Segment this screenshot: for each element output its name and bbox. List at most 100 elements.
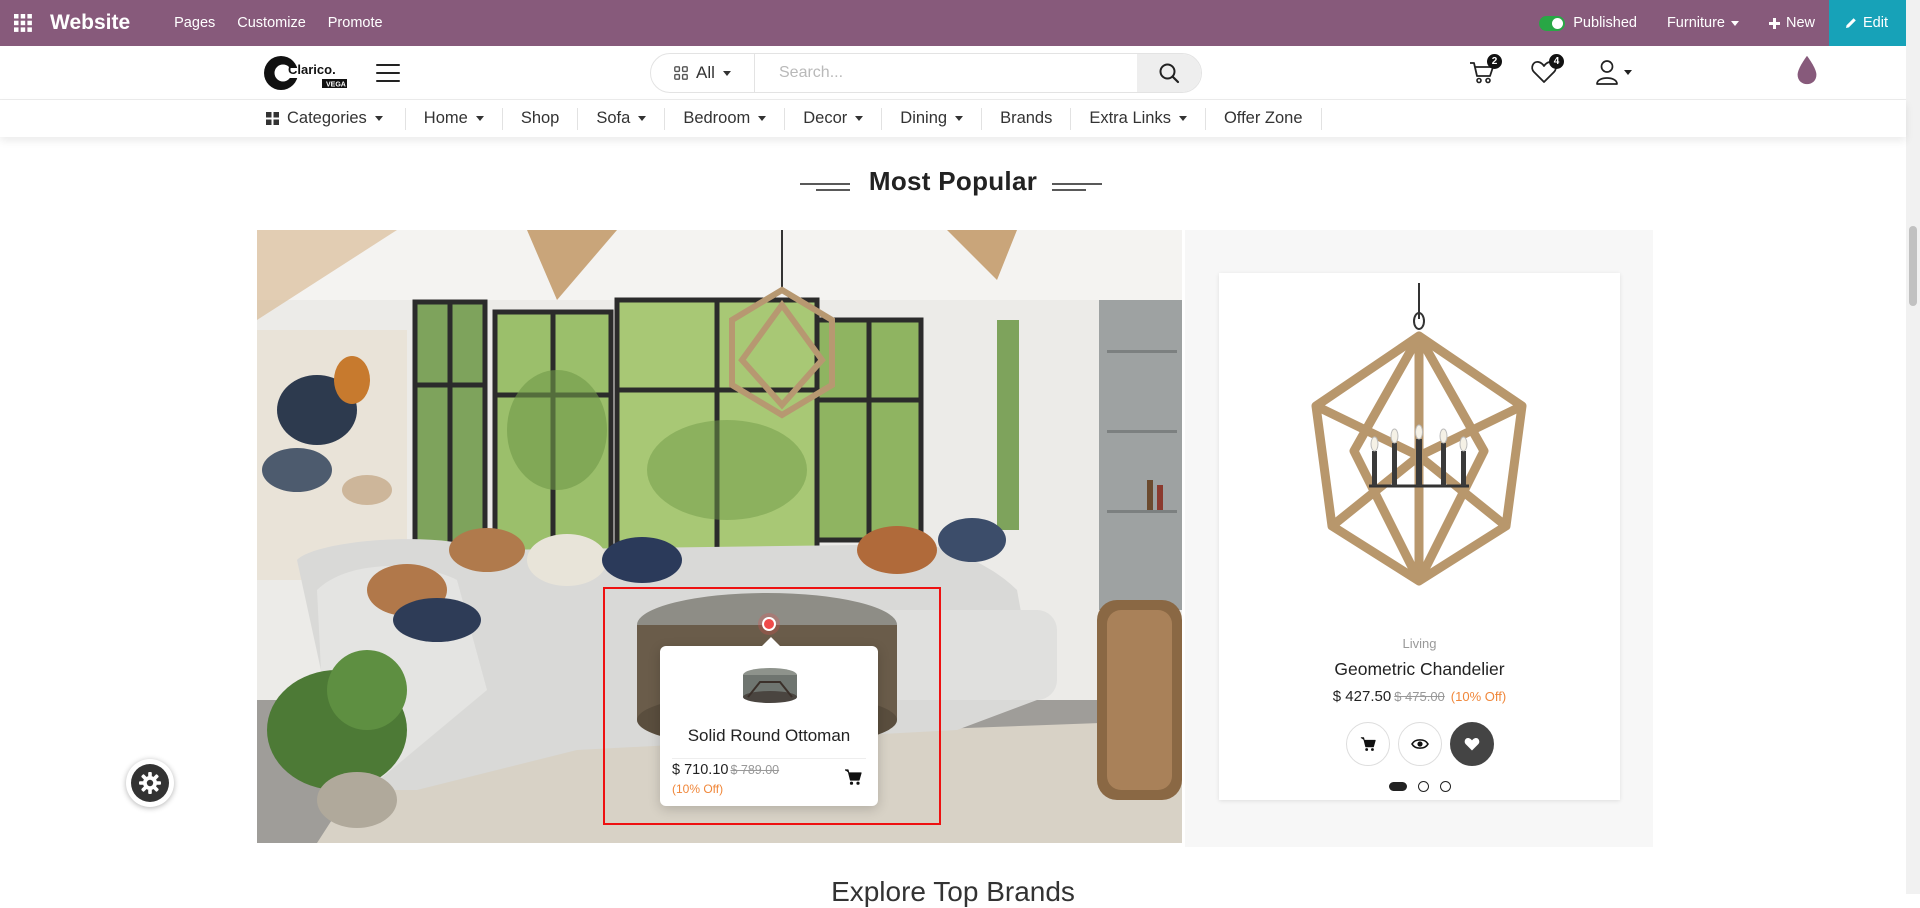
nav-categories-label: Categories (287, 109, 367, 127)
hotspot-old-price: $ 789.00 (730, 763, 780, 777)
clarico-logo[interactable]: Clarico. VEGA (262, 54, 350, 92)
hotspot-product-name[interactable]: Solid Round Ottoman (660, 726, 878, 746)
nav-shop[interactable]: Shop (503, 107, 579, 130)
chevron-down-icon (855, 116, 864, 121)
user-icon (1596, 60, 1632, 85)
nav-dining[interactable]: Dining (882, 107, 983, 130)
next-section-title: Explore Top Brands (831, 876, 1075, 907)
nav-shop-label: Shop (520, 109, 560, 127)
search-category-label: All (696, 63, 715, 82)
nav-bedroom-label: Bedroom (683, 109, 751, 127)
edit-button[interactable]: Edit (1829, 0, 1906, 46)
nav-dining-label: Dining (900, 109, 948, 127)
hotspot-pin[interactable] (762, 617, 776, 631)
nav-decor-label: Decor (803, 109, 848, 127)
product-current-price: $ 427.50 (1332, 688, 1392, 705)
carousel-indicators (1219, 781, 1620, 792)
hotspot-current-price: $ 710.10 (672, 762, 729, 778)
new-button-label: New (1785, 15, 1815, 31)
geometric-chandelier-image (1311, 283, 1527, 586)
cart-button[interactable]: 2 (1468, 54, 1502, 90)
chevron-down-icon (955, 116, 964, 121)
plus-icon (1768, 17, 1780, 29)
product-card[interactable]: Living Geometric Chandelier $ 427.50 $ 47… (1219, 273, 1620, 800)
scrollbar-thumb[interactable] (1909, 226, 1917, 306)
heart-icon (1464, 737, 1479, 751)
nav-categories[interactable]: Categories (266, 107, 406, 130)
nav-brands-label: Brands (1000, 109, 1053, 127)
website-switcher-label: Furniture (1666, 15, 1725, 31)
hotspot-discount: (10% Off) (672, 782, 724, 796)
nav-offer-zone-label: Offer Zone (1223, 109, 1303, 127)
wishlist-button[interactable]: 4 (1530, 54, 1564, 90)
menu-customize[interactable]: Customize (237, 15, 306, 31)
product-actions (1219, 722, 1620, 766)
odoo-top-bar: Website Pages Customize Promote Publishe… (0, 0, 1906, 46)
cart-icon (1360, 737, 1376, 751)
theme-drop-icon[interactable] (1795, 54, 1819, 86)
product-discount: (10% Off) (1450, 689, 1507, 704)
nav-sofa-label: Sofa (596, 109, 631, 127)
chevron-down-icon (475, 116, 484, 121)
hamburger-menu-icon[interactable] (376, 64, 400, 84)
site-header: Clarico. VEGA All Search... 2 4 (0, 46, 1906, 100)
carousel-dot[interactable] (1417, 781, 1429, 792)
cart-count-badge: 2 (1487, 54, 1502, 69)
nav-brands[interactable]: Brands (982, 107, 1072, 130)
hotspot-product-popup[interactable]: Solid Round Ottoman $ 710.10 $ 789.00 (10… (660, 637, 878, 806)
grid-icon (674, 66, 688, 80)
published-toggle[interactable] (1539, 15, 1566, 31)
svg-text:Clarico.: Clarico. (288, 62, 336, 77)
product-name[interactable]: Geometric Chandelier (1219, 659, 1620, 680)
title-decoration-right (1052, 183, 1102, 191)
nav-sofa[interactable]: Sofa (578, 107, 666, 130)
product-price: $ 427.50 $ 475.00 (10% Off) (1219, 688, 1620, 705)
settings-button[interactable] (126, 759, 174, 807)
carousel-dot[interactable] (1388, 782, 1407, 791)
add-to-cart-button[interactable] (1345, 722, 1390, 766)
grid-icon (266, 112, 279, 125)
section-title: Most Popular (868, 166, 1038, 196)
main-navigation: Categories Home Shop Sofa Bedroom Decor … (0, 100, 1906, 137)
product-category[interactable]: Living (1219, 636, 1620, 651)
nav-extra-links[interactable]: Extra Links (1071, 107, 1206, 130)
chevron-down-icon (374, 116, 383, 121)
nav-decor[interactable]: Decor (785, 107, 883, 130)
search-bar: All (650, 53, 1202, 93)
nav-bedroom[interactable]: Bedroom (665, 107, 786, 130)
nav-extra-links-label: Extra Links (1089, 109, 1171, 127)
svg-text:VEGA: VEGA (326, 82, 346, 89)
edit-button-label: Edit (1863, 15, 1888, 31)
quick-view-button[interactable] (1397, 722, 1442, 766)
search-input[interactable] (755, 54, 1137, 92)
carousel-dot[interactable] (1439, 781, 1451, 792)
search-category-select[interactable]: All (651, 54, 755, 92)
ottoman-thumbnail-image (743, 668, 797, 703)
new-button[interactable]: New (1768, 15, 1815, 31)
chevron-down-icon (1730, 20, 1739, 26)
hotspot-product-price: $ 710.10 $ 789.00 (672, 762, 779, 778)
apps-menu-icon[interactable] (0, 0, 46, 46)
chevron-down-icon (758, 116, 767, 121)
website-switcher[interactable]: Furniture (1667, 15, 1739, 31)
menu-pages[interactable]: Pages (174, 15, 215, 31)
menu-promote[interactable]: Promote (328, 15, 383, 31)
add-to-cart-icon[interactable] (844, 768, 862, 786)
odoo-app-title[interactable]: Website (50, 11, 130, 35)
product-old-price: $ 475.00 (1394, 689, 1445, 704)
chevron-down-icon (1178, 116, 1187, 121)
user-account-menu[interactable] (1595, 58, 1635, 90)
nav-home-label: Home (423, 109, 468, 127)
page-scrollbar[interactable] (1906, 0, 1920, 894)
nav-home[interactable]: Home (406, 107, 503, 130)
gear-icon (139, 772, 161, 794)
add-to-wishlist-button[interactable] (1449, 722, 1494, 766)
nav-offer-zone[interactable]: Offer Zone (1206, 107, 1322, 130)
eye-icon (1410, 739, 1429, 749)
search-button[interactable] (1137, 54, 1201, 92)
pencil-icon (1846, 18, 1856, 28)
published-label[interactable]: Published (1573, 15, 1637, 31)
chevron-down-icon (638, 116, 647, 121)
chevron-down-icon (722, 70, 731, 76)
wishlist-count-badge: 4 (1549, 54, 1564, 69)
